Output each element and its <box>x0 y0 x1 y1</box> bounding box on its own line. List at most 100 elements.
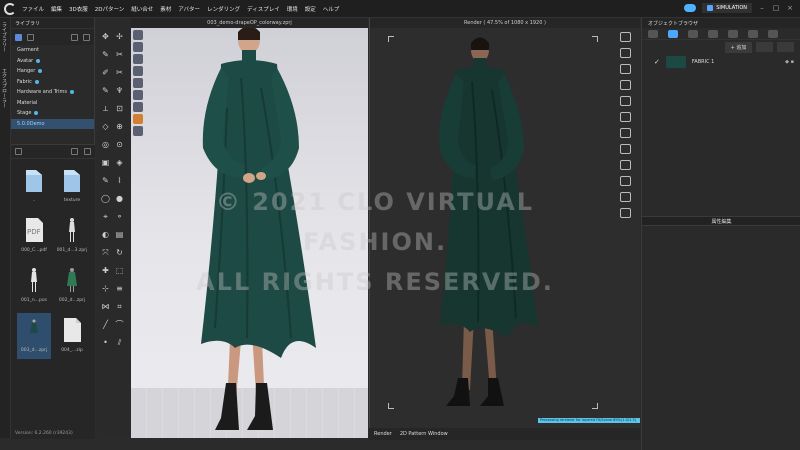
pleat-tool-icon[interactable]: ≡ <box>115 284 124 293</box>
topstitch-tab-icon[interactable] <box>728 30 738 38</box>
tab-library[interactable]: ライブラリー <box>0 18 9 56</box>
texture-display-icon[interactable] <box>133 54 143 64</box>
split-tool-icon[interactable]: ⫽ <box>115 338 124 347</box>
stress-map-icon[interactable] <box>133 78 143 88</box>
cut-tool-icon[interactable]: ✂ <box>115 68 124 77</box>
file-item-002-zprj[interactable]: 002_d...zprj <box>55 263 89 309</box>
upload-icon[interactable] <box>83 33 90 41</box>
cloud-icon[interactable] <box>684 4 697 12</box>
select-tool-icon[interactable]: ✥ <box>101 32 110 41</box>
file-item-004-zip[interactable]: 004_...zip <box>55 313 89 359</box>
lock-tool-icon[interactable]: ▤ <box>115 230 124 239</box>
camera-icon[interactable] <box>133 102 143 112</box>
button-tool-icon[interactable]: ◎ <box>101 140 110 149</box>
sort-icon[interactable] <box>84 148 91 155</box>
tree-item-hanger[interactable]: Hanger <box>11 66 94 77</box>
file-item-001-pos[interactable]: 001_n...pos <box>17 263 51 309</box>
menu-edit[interactable]: 編集 <box>51 5 62 13</box>
fit-tool-icon[interactable]: ⬚ <box>115 266 124 275</box>
copy-button[interactable] <box>756 42 774 52</box>
brush-tool-icon[interactable]: ✐ <box>101 68 110 77</box>
tab-explorer[interactable]: エクスプローラー <box>0 64 9 112</box>
puckering-tool-icon[interactable]: ⌇ <box>115 176 124 185</box>
arrangement-tool-icon[interactable]: ⚬ <box>115 212 124 221</box>
point-tool-icon[interactable]: • <box>101 338 110 347</box>
fabric-list-item[interactable]: ✓ FABRIC 1 ◆ ▪ <box>642 54 800 70</box>
tree-item-garment[interactable]: Garment <box>11 45 94 56</box>
trim-tool-icon[interactable]: ◯ <box>101 194 110 203</box>
render-env-icon[interactable] <box>620 128 631 138</box>
file-item-pdf[interactable]: PDF 000_C...pdf <box>17 213 51 259</box>
trim-tab-icon[interactable] <box>768 30 778 38</box>
render-save-icon[interactable] <box>620 80 631 90</box>
render-camera-icon[interactable] <box>620 96 631 106</box>
rotate-tool-icon[interactable]: ↻ <box>115 248 124 257</box>
maximize-icon[interactable]: □ <box>772 4 780 12</box>
strength-tool-icon[interactable]: ⊕ <box>115 122 124 131</box>
fabric-tab-icon[interactable] <box>668 30 678 38</box>
menu-help[interactable]: ヘルプ <box>323 5 340 13</box>
fabric-display-icon[interactable] <box>133 66 143 76</box>
button-tab-icon[interactable] <box>688 30 698 38</box>
graphic-tool-icon[interactable]: ◈ <box>115 158 124 167</box>
add-button[interactable]: + 追加 <box>724 41 753 53</box>
fabric-options-icon[interactable]: ◆ ▪ <box>785 59 794 65</box>
favorite-icon[interactable] <box>15 33 22 41</box>
tree-item-fabric[interactable]: Fabric <box>11 77 94 88</box>
menu-settings[interactable]: 設定 <box>305 5 316 13</box>
hanger-icon[interactable] <box>133 126 143 136</box>
render-layer-icon[interactable] <box>620 208 631 218</box>
buttonhole-tab-icon[interactable] <box>708 30 718 38</box>
render-turntable-icon[interactable] <box>620 176 631 186</box>
menu-environment[interactable]: 環境 <box>287 5 298 13</box>
render-settings-icon[interactable] <box>620 64 631 74</box>
texture-tool-icon[interactable]: ▣ <box>101 158 110 167</box>
file-item-texture[interactable]: texture <box>55 163 89 209</box>
seam-tool-icon[interactable]: ⊡ <box>115 104 124 113</box>
render-light-icon[interactable] <box>620 112 631 122</box>
menu-render[interactable]: レンダリング <box>207 5 240 13</box>
render-size-icon[interactable] <box>620 144 631 154</box>
simulation-mode-button[interactable]: SIMULATION <box>702 3 752 13</box>
topstitch-tool-icon[interactable]: ✎ <box>101 176 110 185</box>
close-icon[interactable]: × <box>786 4 794 12</box>
line-tool-icon[interactable]: ╱ <box>101 320 110 329</box>
move-tool-icon[interactable]: ✢ <box>115 32 124 41</box>
render-start-icon[interactable] <box>620 32 631 42</box>
fit-map-icon[interactable] <box>133 90 143 100</box>
thumbnail-view-icon[interactable] <box>71 148 78 155</box>
tree-item-material[interactable]: Material <box>11 98 94 109</box>
file-item-003-zprj[interactable]: 003_d...zprj <box>17 313 51 359</box>
delete-button[interactable] <box>777 42 794 52</box>
tab-render[interactable]: Render <box>374 431 392 437</box>
garment-display-icon[interactable] <box>133 42 143 52</box>
shirt-tool-icon[interactable]: ♆ <box>115 86 124 95</box>
hide-tool-icon[interactable]: ◐ <box>101 230 110 239</box>
graphic-tab-icon[interactable] <box>748 30 758 38</box>
stitch-tool-icon[interactable]: ⊹ <box>101 284 110 293</box>
hardware-tool-icon[interactable]: ● <box>115 194 124 203</box>
file-item-001-zprj[interactable]: 001_d...3.zprj <box>55 213 89 259</box>
menu-display[interactable]: ディスプレイ <box>247 5 280 13</box>
tree-item-hardware[interactable]: Hardware and Trims <box>11 87 94 98</box>
layer-tool-icon[interactable]: ◇ <box>101 122 110 131</box>
tree-item-avatar[interactable]: Avatar <box>11 56 94 67</box>
tab-2d-pattern-window[interactable]: 2D Pattern Window <box>400 431 448 437</box>
measure-tool-icon[interactable]: ⟂ <box>101 104 110 113</box>
smocking-tool-icon[interactable]: ⋈ <box>101 302 110 311</box>
scene-tab-icon[interactable] <box>648 30 658 38</box>
curve-tool-icon[interactable]: ⌒ <box>115 320 124 329</box>
tree-item-stage[interactable]: Stage <box>11 108 94 119</box>
render-video-icon[interactable] <box>620 160 631 170</box>
fold-tool-icon[interactable]: ✂ <box>115 50 124 59</box>
avatar-display-icon[interactable] <box>133 30 143 40</box>
file-item-parent[interactable]: .. <box>17 163 51 209</box>
pattern-tool-icon[interactable]: ⌗ <box>115 302 124 311</box>
sewing-tool-icon[interactable]: ✚ <box>101 266 110 275</box>
menu-avatar[interactable]: アバター <box>178 5 200 13</box>
light-icon[interactable] <box>133 114 143 124</box>
zipper-tool-icon[interactable]: ⊙ <box>115 140 124 149</box>
menu-2d-pattern[interactable]: 2Dパターン <box>95 5 124 13</box>
menu-3d-garment[interactable]: 3D衣服 <box>69 5 88 13</box>
menu-materials[interactable]: 素材 <box>160 5 171 13</box>
